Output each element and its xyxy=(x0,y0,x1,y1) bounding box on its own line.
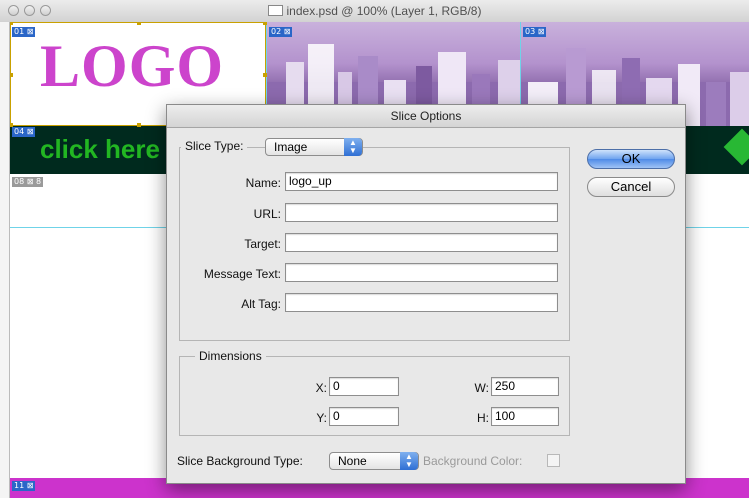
photoshop-document-window: index.psd @ 100% (Layer 1, RGB/8) LOGO c… xyxy=(0,0,749,498)
dialog-title: Slice Options xyxy=(167,105,685,128)
slice-tag-01[interactable]: 01 ⊠ xyxy=(12,27,36,37)
target-field[interactable] xyxy=(285,233,558,252)
slice-type-popup[interactable]: Image ▲ ▼ xyxy=(265,138,363,156)
h-label: H: xyxy=(477,411,489,425)
y-field[interactable]: 0 xyxy=(329,407,399,426)
resize-handle[interactable] xyxy=(137,123,141,127)
slice-type-value: Image xyxy=(274,140,308,154)
resize-handle[interactable] xyxy=(10,22,13,25)
name-field[interactable]: logo_up xyxy=(285,172,558,191)
popup-arrows-icon: ▲ ▼ xyxy=(400,452,418,470)
url-field[interactable] xyxy=(285,203,558,222)
popup-arrows-icon: ▲ ▼ xyxy=(344,138,362,156)
background-color-label: Background Color: xyxy=(423,454,523,468)
background-type-value: None xyxy=(338,454,367,468)
document-icon xyxy=(267,5,283,16)
background-color-swatch[interactable] xyxy=(547,454,560,467)
alt-tag-label: Alt Tag: xyxy=(241,297,281,311)
click-here-text: click here xyxy=(40,134,160,164)
y-label: Y: xyxy=(316,411,327,425)
target-label: Target: xyxy=(244,237,281,251)
background-type-popup[interactable]: None ▲ ▼ xyxy=(329,452,419,470)
name-label: Name: xyxy=(245,176,281,190)
cancel-button[interactable]: Cancel xyxy=(587,177,675,197)
resize-handle[interactable] xyxy=(263,73,267,77)
w-field[interactable]: 250 xyxy=(491,377,559,396)
slice-tag-08[interactable]: 08 ⊠ 8 xyxy=(12,177,44,187)
diamond-shape xyxy=(723,128,749,166)
ok-button[interactable]: OK xyxy=(587,149,675,169)
slice-tag-11[interactable]: 11 ⊠ xyxy=(12,481,36,491)
slice-tag-02[interactable]: 02 ⊠ xyxy=(269,27,293,37)
slice-tag-03[interactable]: 03 ⊠ xyxy=(523,27,547,37)
url-label: URL: xyxy=(253,207,281,221)
x-label: X: xyxy=(315,381,327,395)
resize-handle[interactable] xyxy=(137,22,141,25)
canvas-left-edge xyxy=(0,22,10,498)
w-label: W: xyxy=(474,381,489,395)
dimensions-label: Dimensions xyxy=(195,349,266,363)
slice-options-dialog: Slice Options Slice Type: Image ▲ ▼ Name:… xyxy=(166,104,686,484)
slice-tag-04[interactable]: 04 ⊠ xyxy=(12,127,36,137)
window-title: index.psd @ 100% (Layer 1, RGB/8) xyxy=(0,4,749,18)
message-text-field[interactable] xyxy=(285,263,558,282)
resize-handle[interactable] xyxy=(10,73,13,77)
h-field[interactable]: 100 xyxy=(491,407,559,426)
slice-type-label: Slice Type: xyxy=(181,139,248,153)
x-field[interactable]: 0 xyxy=(329,377,399,396)
window-title-text: index.psd @ 100% (Layer 1, RGB/8) xyxy=(286,4,482,18)
window-titlebar: index.psd @ 100% (Layer 1, RGB/8) xyxy=(0,0,749,23)
message-text-label: Message Text: xyxy=(203,267,281,281)
resize-handle[interactable] xyxy=(263,22,267,25)
background-type-label: Slice Background Type: xyxy=(177,454,303,468)
alt-tag-field[interactable] xyxy=(285,293,558,312)
